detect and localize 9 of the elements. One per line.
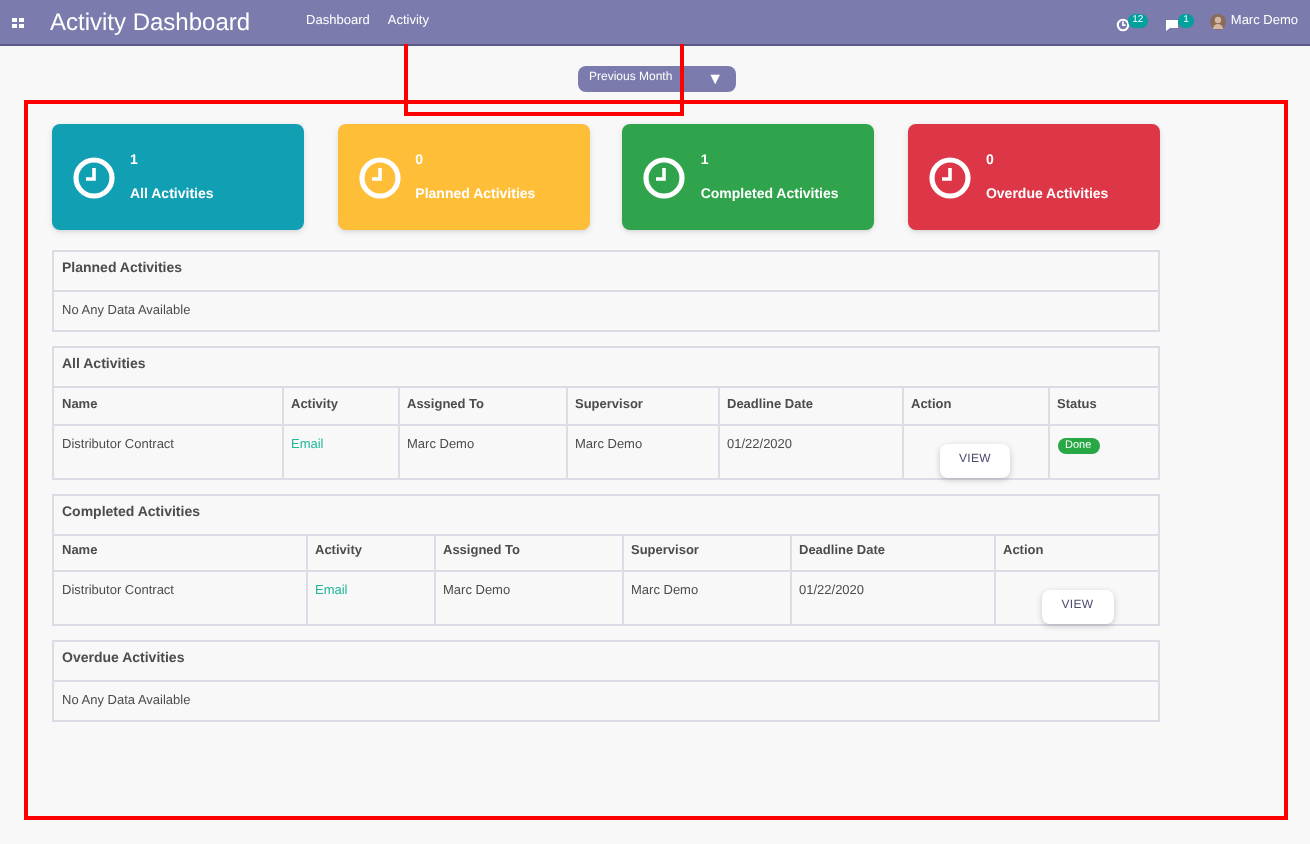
clock-icon [927, 155, 972, 199]
app-title: Activity Dashboard [50, 6, 251, 40]
clock-icon[interactable] [1116, 17, 1131, 31]
clock-icon [642, 155, 687, 199]
clock-icon [72, 155, 116, 199]
chat-icon[interactable] [1163, 17, 1180, 31]
clock-icon [357, 155, 402, 199]
avatar-icon [1210, 14, 1227, 30]
apps-grid-icon[interactable] [12, 17, 24, 27]
